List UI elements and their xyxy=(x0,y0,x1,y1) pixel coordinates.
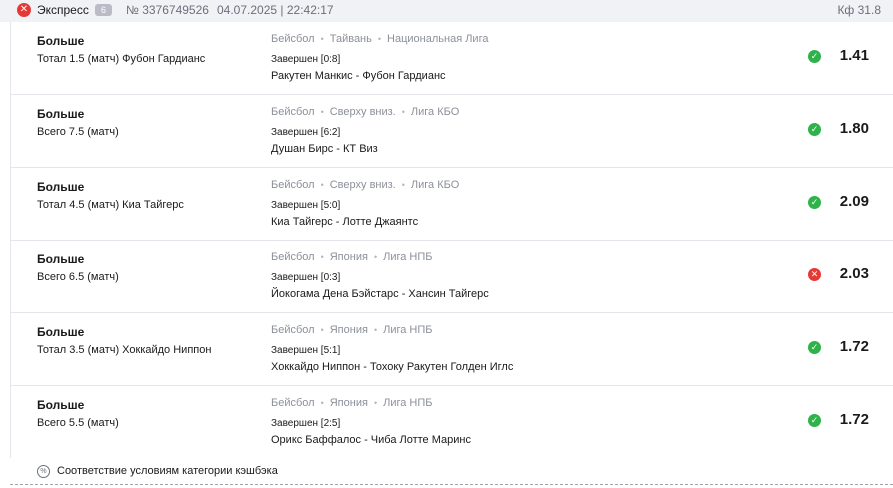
bet-outcome-type: Больше xyxy=(37,34,85,48)
league-label: Лига КБО xyxy=(410,106,460,118)
event-breadcrumb: Бейсбол • Япония • Лига НПБ xyxy=(271,324,432,336)
bet-outcome-type: Больше xyxy=(37,252,85,266)
bet-event-row[interactable]: Больше Тотал 1.5 (матч) Фубон Гардианс Б… xyxy=(11,22,893,95)
bet-event-row[interactable]: Больше Всего 5.5 (матч) Бейсбол • Япония • Л… xyxy=(11,386,893,459)
event-status: Завершен [0:3] xyxy=(271,272,341,283)
event-odd: 1.72 xyxy=(839,338,869,355)
lost-status-icon: ✕ xyxy=(17,3,31,17)
event-status: Завершен [0:8] xyxy=(271,54,341,65)
separator-dot-icon: • xyxy=(373,398,378,408)
win-check-icon: ✓ xyxy=(808,123,821,136)
event-breadcrumb: Бейсбол • Тайвань • Национальная Лига xyxy=(271,33,488,45)
league-label: Лига КБО xyxy=(410,179,460,191)
event-breadcrumb: Бейсбол • Япония • Лига НПБ xyxy=(271,251,432,263)
region-label: Тайвань xyxy=(329,33,372,45)
bet-events-list: Больше Тотал 1.5 (матч) Фубон Гардианс Б… xyxy=(10,22,893,458)
separator-dot-icon: • xyxy=(373,325,378,335)
events-count-badge: 6 xyxy=(95,4,112,16)
bet-market: Всего 6.5 (матч) xyxy=(37,271,119,283)
bet-market: Всего 5.5 (матч) xyxy=(37,417,119,429)
event-breadcrumb: Бейсбол • Сверху вниз. • Лига КБО xyxy=(271,106,459,118)
bet-event-row[interactable]: Больше Тотал 3.5 (матч) Хоккайдо Ниппон … xyxy=(11,313,893,386)
separator-dot-icon: • xyxy=(320,325,324,335)
region-label: Япония xyxy=(329,397,368,409)
event-odd: 1.80 xyxy=(839,120,869,137)
event-match-name: Хоккайдо Ниппон - Тохоку Ракутен Голден … xyxy=(271,361,514,373)
cashback-label: Соответствие условиям категории кэшбэка xyxy=(57,465,278,477)
region-label: Сверху вниз. xyxy=(329,179,396,191)
bet-header[interactable]: ✕ Экспресс 6 № 3376749526 04.07.2025 | 2… xyxy=(0,0,893,22)
win-check-icon: ✓ xyxy=(808,341,821,354)
league-label: Национальная Лига xyxy=(387,33,489,45)
event-odd: 2.09 xyxy=(839,193,869,210)
cashback-eligibility: % Соответствие условиям категории кэшбэк… xyxy=(37,463,278,479)
win-check-icon: ✓ xyxy=(808,196,821,209)
bet-event-row[interactable]: Больше Тотал 4.5 (матч) Киа Тайгерс Бейс… xyxy=(11,168,893,241)
event-breadcrumb: Бейсбол • Япония • Лига НПБ xyxy=(271,397,432,409)
league-label: Лига НПБ xyxy=(383,251,433,263)
percent-icon: % xyxy=(37,464,50,478)
separator-dot-icon: • xyxy=(320,34,324,44)
bet-market: Тотал 1.5 (матч) Фубон Гардианс xyxy=(37,53,206,65)
bet-outcome-type: Больше xyxy=(37,398,85,412)
bet-market: Тотал 4.5 (матч) Киа Тайгерс xyxy=(37,199,184,211)
sport-label: Бейсбол xyxy=(271,251,315,263)
separator-dot-icon: • xyxy=(401,107,405,117)
event-status: Завершен [2:5] xyxy=(271,418,341,429)
event-status: Завершен [5:1] xyxy=(271,345,341,356)
bet-event-row[interactable]: Больше Всего 6.5 (матч) Бейсбол • Япония • Л… xyxy=(11,240,893,313)
separator-dot-icon: • xyxy=(373,252,378,262)
win-check-icon: ✓ xyxy=(808,50,821,63)
bet-kind-title: Экспресс xyxy=(37,3,89,17)
separator-dot-icon: • xyxy=(377,34,382,44)
separator-dot-icon: • xyxy=(401,180,405,190)
separator-dot-icon: • xyxy=(320,398,324,408)
bet-outcome-type: Больше xyxy=(37,180,85,194)
sport-label: Бейсбол xyxy=(271,106,315,118)
event-odd: 1.41 xyxy=(839,47,869,64)
region-label: Япония xyxy=(329,324,368,336)
event-match-name: Орикс Баффалос - Чиба Лотте Маринс xyxy=(271,434,471,446)
bet-outcome-type: Больше xyxy=(37,107,85,121)
league-label: Лига НПБ xyxy=(383,397,433,409)
event-odd: 2.03 xyxy=(839,265,869,282)
league-label: Лига НПБ xyxy=(383,324,433,336)
bet-datetime: 04.07.2025 | 22:42:17 xyxy=(217,3,334,17)
separator-dot-icon: • xyxy=(320,252,324,262)
separator-dot-icon: • xyxy=(320,107,324,117)
event-match-name: Йокогама Дена Бэйстарс - Хансин Тайгерс xyxy=(271,288,489,300)
event-match-name: Киа Тайгерс - Лотте Джаянтс xyxy=(271,216,419,228)
total-coefficient: Кф 31.8 xyxy=(837,3,881,17)
sport-label: Бейсбол xyxy=(271,324,315,336)
region-label: Япония xyxy=(329,251,368,263)
bet-market: Тотал 3.5 (матч) Хоккайдо Ниппон xyxy=(37,344,212,356)
dashed-divider xyxy=(10,484,893,485)
event-breadcrumb: Бейсбол • Сверху вниз. • Лига КБО xyxy=(271,179,459,191)
event-status: Завершен [6:2] xyxy=(271,127,341,138)
bet-event-row[interactable]: Больше Всего 7.5 (матч) Бейсбол • Сверху в… xyxy=(11,95,893,168)
event-match-name: Ракутен Манкис - Фубон Гардианс xyxy=(271,70,446,82)
bet-market: Всего 7.5 (матч) xyxy=(37,126,119,138)
sport-label: Бейсбол xyxy=(271,179,315,191)
event-odd: 1.72 xyxy=(839,411,869,428)
win-check-icon: ✓ xyxy=(808,414,821,427)
lose-cross-icon: ✕ xyxy=(808,268,821,281)
sport-label: Бейсбол xyxy=(271,33,315,45)
sport-label: Бейсбол xyxy=(271,397,315,409)
bet-id: № 3376749526 xyxy=(126,3,209,17)
separator-dot-icon: • xyxy=(320,180,324,190)
event-status: Завершен [5:0] xyxy=(271,200,341,211)
bet-outcome-type: Больше xyxy=(37,325,85,339)
region-label: Сверху вниз. xyxy=(329,106,396,118)
event-match-name: Душан Бирс - КТ Виз xyxy=(271,143,378,155)
